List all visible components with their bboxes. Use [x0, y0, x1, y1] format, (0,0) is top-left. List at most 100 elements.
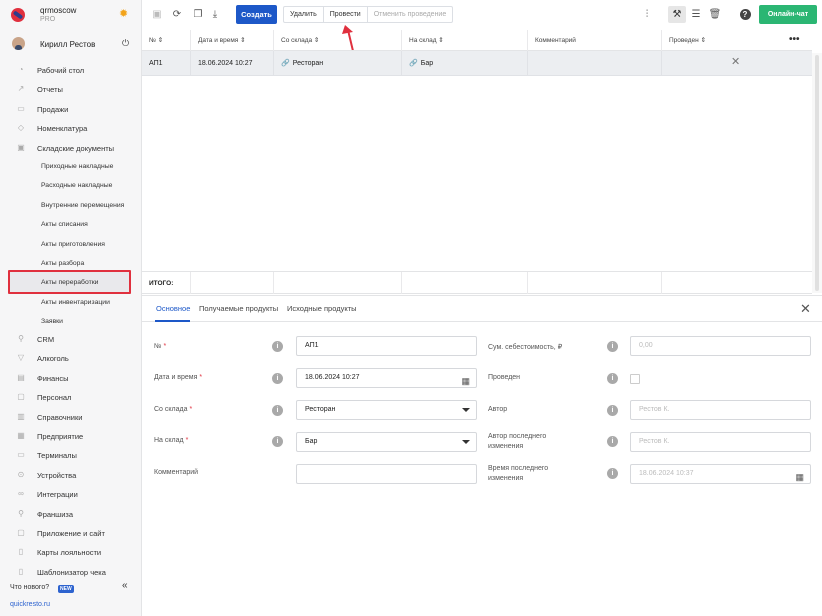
sidebar-item-label: Справочники	[37, 412, 83, 422]
tag-icon: ◇	[17, 123, 25, 133]
subnav-item-4[interactable]: Акты приготовления	[0, 236, 142, 254]
sidebar-item-nav2-1[interactable]: ▽ Алкоголь	[0, 349, 142, 367]
subnav-item-label: Расходные накладные	[41, 182, 113, 190]
calendar-icon: ▦	[795, 472, 804, 482]
info-icon[interactable]: i	[272, 373, 283, 384]
sidebar-item-nav-2[interactable]: ▭ Продажи	[0, 100, 142, 118]
detail-panel: Основное Получаемые продукты Исходные пр…	[142, 295, 822, 616]
column-header-num[interactable]: № ⇕	[142, 30, 191, 51]
unpost-button[interactable]: Отменить проведение	[368, 7, 453, 22]
chevron-down-icon	[462, 408, 470, 412]
logout-icon[interactable]: ⏻	[122, 38, 129, 49]
column-header-to[interactable]: На склад ⇕	[402, 30, 528, 51]
column-header-comment[interactable]: Комментарий	[528, 30, 662, 51]
tab-source-products[interactable]: Исходные продукты	[287, 304, 357, 313]
franchise-icon: ⚲	[18, 508, 24, 518]
subnav-item-6[interactable]: Акты переработки	[8, 270, 131, 294]
staff-icon: ▢	[17, 392, 25, 402]
sidebar-item-nav2-7[interactable]: ⊙ Устройства	[0, 466, 142, 484]
sidebar-item-nav2-9[interactable]: ⚲ Франшиза	[0, 505, 142, 523]
sidebar-item-nav2-12[interactable]: ▯ Шаблонизатор чека	[0, 563, 142, 581]
subnav-item-3[interactable]: Акты списания	[0, 216, 142, 234]
posted-checkbox[interactable]	[630, 374, 640, 384]
trash-icon[interactable]: 🗑	[708, 8, 722, 22]
info-icon[interactable]: i	[607, 468, 618, 479]
info-icon[interactable]: i	[272, 405, 283, 416]
sidebar-item-nav-3[interactable]: ◇ Номенклатура	[0, 119, 142, 137]
last-author-field: Рестов К.	[630, 432, 811, 452]
site-link[interactable]: quickresto.ru	[10, 601, 50, 608]
account-header[interactable]: qrmoscow PRO ✹	[0, 0, 142, 30]
calendar-icon[interactable]: ▦	[461, 372, 470, 390]
not-posted-icon: ✕	[731, 56, 741, 68]
download-icon[interactable]: ⤓	[208, 8, 222, 22]
subnav-item-0[interactable]: Приходные накладные	[0, 158, 142, 176]
sidebar-item-nav2-8[interactable]: ∞ Интеграции	[0, 485, 142, 503]
save-icon[interactable]: ▣	[150, 8, 164, 22]
subnav-item-2[interactable]: Внутренние перемещения	[0, 197, 142, 215]
online-chat-button[interactable]: Онлайн-чат	[759, 5, 817, 24]
sidebar-item-nav-0[interactable]: ◔ Рабочий стол	[0, 61, 142, 79]
integration-icon: ∞	[18, 489, 24, 499]
whats-new-link[interactable]: Что нового?	[10, 584, 49, 591]
close-icon[interactable]: ✕	[800, 301, 811, 317]
sidebar-item-nav-4[interactable]: ▣ Складские документы	[0, 139, 142, 157]
info-icon[interactable]: i	[607, 341, 618, 352]
cell-from[interactable]: 🔗 Ресторан	[274, 51, 402, 76]
info-icon[interactable]: i	[607, 436, 618, 447]
column-header-from[interactable]: Со склада ⇕	[274, 30, 402, 51]
sidebar-item-nav2-10[interactable]: ▢ Приложение и сайт	[0, 524, 142, 542]
sidebar-item-nav-1[interactable]: ↗ Отчеты	[0, 80, 142, 98]
copy-icon[interactable]: ❐	[191, 8, 205, 22]
create-button[interactable]: Создать	[236, 5, 277, 24]
more-options-icon[interactable]: •••	[789, 34, 800, 45]
sidebar-item-nav2-6[interactable]: ▭ Терминалы	[0, 446, 142, 464]
info-icon[interactable]: i	[607, 373, 618, 384]
collapse-sidebar-icon[interactable]: «	[122, 580, 128, 591]
avatar	[12, 37, 25, 50]
subnav-item-7[interactable]: Акты инвентаризации	[0, 294, 142, 312]
sidebar-item-nav2-5[interactable]: ▦ Предприятие	[0, 427, 142, 445]
grid-scrollbar[interactable]	[812, 53, 822, 293]
column-header-datetime[interactable]: Дата и время ⇕	[191, 30, 274, 51]
num-field[interactable]: АП1	[296, 336, 477, 356]
comment-label: Комментарий	[154, 469, 199, 476]
sidebar-item-label: Финансы	[37, 373, 69, 383]
user-row[interactable]: Кирилл Рестов ⏻	[0, 34, 142, 56]
table-row[interactable]: АП1 18.06.2024 10:27 🔗 Ресторан 🔗 Бар ✕	[142, 51, 812, 76]
terminal-icon: ▭	[17, 450, 25, 460]
subnav-item-1[interactable]: Расходные накладные	[0, 177, 142, 195]
last-time-label: Время последнего изменения	[488, 465, 549, 482]
info-icon[interactable]: i	[607, 405, 618, 416]
comment-field[interactable]	[296, 464, 477, 484]
theme-toggle-icon[interactable]: ✹	[119, 8, 128, 20]
sidebar-item-nav2-2[interactable]: ▤ Финансы	[0, 369, 142, 387]
to-warehouse-select[interactable]: Бар	[296, 432, 477, 452]
subnav-item-label: Акты переработки	[41, 279, 99, 286]
column-header-posted[interactable]: Проведен ⇕	[662, 30, 782, 51]
help-icon[interactable]: ?	[738, 8, 752, 22]
refresh-icon[interactable]: ⟳	[170, 8, 184, 22]
sidebar-item-nav2-3[interactable]: ▢ Персонал	[0, 388, 142, 406]
link-icon: 🔗	[281, 60, 290, 67]
delete-button[interactable]: Удалить	[284, 7, 324, 22]
from-warehouse-select[interactable]: Ресторан	[296, 400, 477, 420]
sidebar-item-nav2-11[interactable]: ▯ Карты лояльности	[0, 543, 142, 561]
column-settings-icon[interactable]: ⫶	[640, 8, 654, 22]
sidebar-item-label: Отчеты	[37, 85, 63, 95]
datetime-field[interactable]: 18.06.2024 10:27 ▦	[296, 368, 477, 388]
subnav-item-label: Внутренние перемещения	[41, 201, 125, 209]
finance-icon: ▤	[17, 372, 25, 382]
sidebar-item-nav2-0[interactable]: ⚲ CRM	[0, 330, 142, 348]
info-icon[interactable]: i	[272, 341, 283, 352]
tab-main[interactable]: Основное	[156, 304, 190, 313]
subnav-item-8[interactable]: Заявки	[0, 313, 142, 331]
cell-comment	[528, 51, 662, 76]
tab-received-products[interactable]: Получаемые продукты	[199, 304, 278, 313]
info-icon[interactable]: i	[272, 436, 283, 447]
grid-header: № ⇕ Дата и время ⇕ Со склада ⇕ На склад …	[142, 30, 812, 51]
list-view-icon[interactable]: ☰	[689, 8, 703, 22]
cell-to[interactable]: 🔗 Бар	[402, 51, 528, 76]
post-button[interactable]: Провести	[324, 7, 368, 22]
sidebar-item-nav2-4[interactable]: ▥ Справочники	[0, 408, 142, 426]
